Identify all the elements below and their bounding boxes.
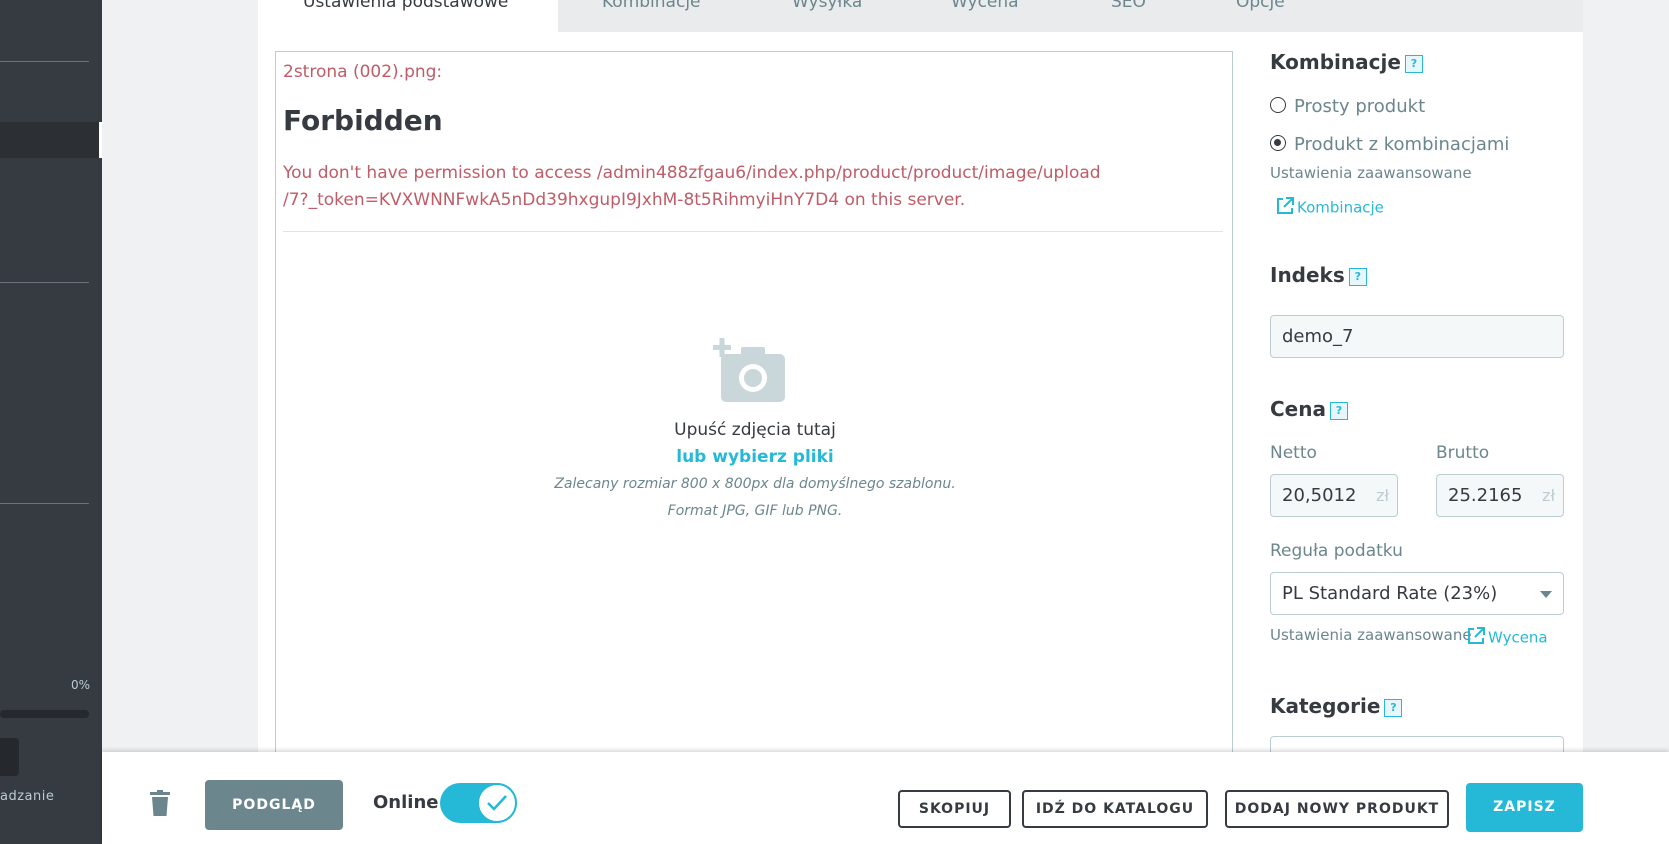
combinations-link-label: Kombinacje [1297, 198, 1384, 217]
radio-simple-product[interactable]: Prosty produkt [1270, 96, 1425, 117]
net-price-value: 20,5012 [1282, 485, 1357, 506]
sidebar-divider [0, 282, 89, 283]
left-sidebar: 0% adzanie [0, 0, 102, 844]
tab-combinations[interactable]: Kombinacje [602, 0, 701, 12]
sidebar-button[interactable] [0, 738, 19, 776]
chevron-down-icon [1540, 591, 1552, 598]
index-title: Indeks [1270, 263, 1345, 287]
sidebar-progress-bar [0, 710, 89, 718]
trash-icon[interactable] [150, 790, 170, 820]
radio-product-with-combinations[interactable]: Produkt z kombinacjami [1270, 134, 1509, 155]
pricing-link[interactable]: Wycena [1466, 626, 1548, 650]
sidebar-divider [0, 61, 89, 62]
help-icon[interactable]: ? [1404, 54, 1423, 73]
external-link-icon [1466, 626, 1486, 650]
upload-error-divider [283, 231, 1223, 232]
net-price-input[interactable]: 20,5012 zł [1270, 474, 1398, 517]
drop-images-text: Upuść zdjęcia tutaj [674, 420, 836, 440]
toggle-knob [477, 783, 517, 823]
duplicate-button[interactable]: SKOPIUJ [898, 790, 1011, 828]
online-label: Online [373, 792, 439, 813]
choose-files-link[interactable]: lub wybierz pliki [276, 447, 1234, 467]
upload-error-title: Forbidden [283, 104, 443, 137]
tab-pricing[interactable]: Wycena [951, 0, 1019, 12]
tab-shipping[interactable]: Wysyłka [792, 0, 862, 12]
sidebar-active-item[interactable] [0, 122, 102, 158]
help-icon[interactable]: ? [1329, 401, 1348, 420]
tab-options[interactable]: Opcje [1236, 0, 1285, 12]
combinations-link[interactable]: Kombinacje [1275, 196, 1384, 220]
sidebar-divider [0, 503, 89, 504]
gross-price-value: 25.2165 [1448, 485, 1523, 506]
tab-basic-settings[interactable]: Ustawienia podstawowe [258, 0, 558, 32]
upload-error-filename: 2strona (002).png: [283, 62, 443, 82]
image-dropzone[interactable]: 2strona (002).png: Forbidden You don't h… [275, 51, 1233, 771]
radio-icon[interactable] [1270, 97, 1286, 113]
combinations-title: Kombinacje [1270, 50, 1401, 74]
tax-rule-value: PL Standard Rate (23%) [1282, 583, 1498, 604]
price-advanced-label: Ustawienia zaawansowane [1270, 626, 1472, 644]
gross-price-label: Brutto [1436, 443, 1490, 463]
tab-basic-settings-label: Ustawienia podstawowe [303, 0, 509, 12]
sidebar-progress-text: 0% [70, 678, 90, 692]
preview-button[interactable]: PODGLĄD [205, 780, 343, 830]
currency-suffix: zł [1376, 486, 1389, 505]
recommended-size-hint: Zalecany rozmiar 800 x 800px dla domyśln… [554, 476, 956, 492]
combinations-advanced-label: Ustawienia zaawansowane [1270, 164, 1472, 182]
net-price-label: Netto [1270, 443, 1317, 463]
external-link-icon [1275, 196, 1295, 220]
add-photo-icon [713, 338, 789, 410]
help-icon[interactable]: ? [1348, 267, 1367, 286]
add-new-product-button[interactable]: DODAJ NOWY PRODUKT [1225, 790, 1449, 828]
categories-heading: Kategorie? [1270, 694, 1403, 718]
index-heading: Indeks? [1270, 263, 1367, 287]
currency-suffix: zł [1542, 486, 1555, 505]
index-input[interactable]: demo_7 [1270, 315, 1564, 358]
sidebar-bottom-text: adzanie [0, 789, 55, 804]
tax-rule-label: Reguła podatku [1270, 541, 1403, 561]
radio-simple-label: Prosty produkt [1294, 96, 1426, 117]
price-title: Cena [1270, 397, 1326, 421]
tax-rule-select[interactable]: PL Standard Rate (23%) [1270, 572, 1564, 615]
combinations-heading: Kombinacje? [1270, 50, 1423, 74]
help-icon[interactable]: ? [1384, 698, 1403, 717]
pricing-link-label: Wycena [1488, 628, 1548, 647]
online-toggle[interactable] [440, 783, 517, 823]
tab-seo[interactable]: SEO [1111, 0, 1146, 12]
categories-title: Kategorie [1270, 694, 1381, 718]
check-icon [487, 795, 507, 811]
file-format-hint: Format JPG, GIF lub PNG. [667, 503, 843, 519]
gross-price-input[interactable]: 25.2165 zł [1436, 474, 1564, 517]
price-heading: Cena? [1270, 397, 1348, 421]
save-button[interactable]: ZAPISZ [1466, 783, 1583, 832]
go-to-catalog-button[interactable]: IDŹ DO KATALOGU [1022, 790, 1208, 828]
radio-checked-icon[interactable] [1270, 135, 1286, 151]
radio-combinations-label: Produkt z kombinacjami [1294, 134, 1510, 155]
upload-error-message: You don't have permission to access /adm… [283, 163, 1101, 210]
